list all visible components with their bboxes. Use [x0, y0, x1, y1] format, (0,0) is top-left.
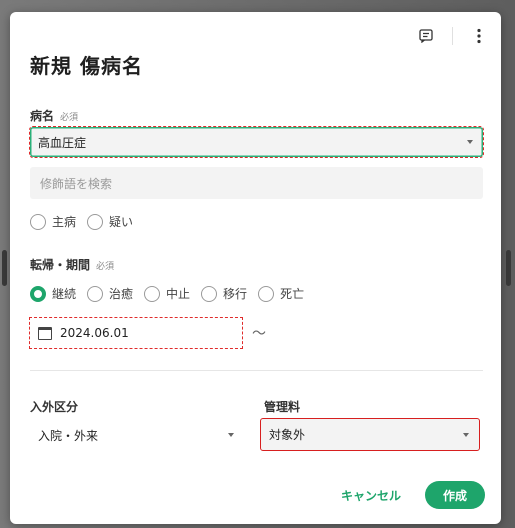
inout-label: 入外区分 — [30, 400, 79, 414]
disease-label: 病名 必須 — [30, 107, 78, 124]
checkbox-circle-icon — [30, 213, 46, 230]
radio-icon — [144, 285, 161, 302]
modifier-search-input[interactable]: 修飾語を検索 — [30, 167, 483, 199]
mgmt-fee-select[interactable]: 対象外 — [260, 418, 480, 451]
section-divider — [30, 370, 483, 371]
radio-icon — [258, 285, 275, 302]
disease-select-value: 高血圧症 — [38, 135, 87, 150]
modifier-search-placeholder: 修飾語を検索 — [40, 176, 113, 191]
left-resize-handle[interactable] — [2, 250, 7, 286]
outcome-option-continue[interactable]: 継続 — [30, 285, 76, 302]
disease-select[interactable]: 高血圧症 — [29, 126, 484, 158]
outcome-label-text: 転帰・期間 — [30, 258, 91, 272]
outcome-radio-group: 継続 治癒 中止 移行 死亡 — [30, 285, 315, 302]
radio-icon — [201, 285, 218, 302]
create-button[interactable]: 作成 — [425, 481, 485, 509]
date-range-separator: 〜 — [252, 326, 266, 342]
outcome-option-transferred[interactable]: 移行 — [201, 285, 247, 302]
radio-icon — [87, 285, 104, 302]
outcome-option-deceased[interactable]: 死亡 — [258, 285, 304, 302]
mgmt-fee-select-value: 対象外 — [269, 428, 306, 442]
start-date-picker[interactable]: 2024.06.01 — [29, 317, 243, 349]
inout-select-value: 入院・外来 — [38, 428, 99, 443]
disease-label-text: 病名 — [30, 109, 55, 123]
suspected-label: 疑い — [109, 215, 134, 229]
chevron-down-icon — [467, 140, 473, 144]
dialog-toolbar — [414, 24, 491, 48]
outcome-required-tag: 必須 — [96, 262, 115, 272]
outcome-label: 転帰・期間 必須 — [30, 256, 114, 273]
outcome-option-label: 継続 — [52, 287, 77, 301]
outcome-option-stopped[interactable]: 中止 — [144, 285, 190, 302]
radio-selected-icon — [30, 285, 46, 302]
outcome-option-label: 移行 — [223, 287, 248, 301]
more-vert-icon[interactable] — [467, 24, 491, 48]
main-disease-label: 主病 — [52, 215, 77, 229]
outcome-option-label: 死亡 — [280, 287, 305, 301]
comment-icon[interactable] — [414, 24, 438, 48]
main-disease-checkbox[interactable]: 主病 — [30, 213, 76, 230]
outcome-option-label: 治癒 — [109, 287, 134, 301]
chevron-down-icon — [228, 433, 234, 437]
suspected-checkbox[interactable]: 疑い — [87, 213, 133, 230]
mgmt-fee-label: 管理料 — [264, 400, 301, 414]
dialog-title: 新規 傷病名 — [30, 54, 143, 78]
outcome-option-label: 中止 — [166, 287, 191, 301]
new-disease-dialog: 新規 傷病名 病名 必須 高血圧症 修飾語を検索 主病 疑い 転帰・期間 必須 継続… — [10, 12, 501, 524]
right-resize-handle[interactable] — [506, 250, 511, 286]
outcome-option-cured[interactable]: 治癒 — [87, 285, 133, 302]
disease-flags: 主病 疑い — [30, 213, 144, 230]
cancel-button[interactable]: キャンセル — [326, 482, 416, 508]
start-date-value: 2024.06.01 — [60, 326, 129, 340]
calendar-icon — [38, 326, 52, 340]
disease-required-tag: 必須 — [60, 113, 79, 123]
chevron-down-icon — [463, 432, 469, 437]
checkbox-circle-icon — [87, 213, 104, 230]
toolbar-divider — [452, 27, 453, 45]
inout-select[interactable]: 入院・外来 — [30, 419, 244, 451]
